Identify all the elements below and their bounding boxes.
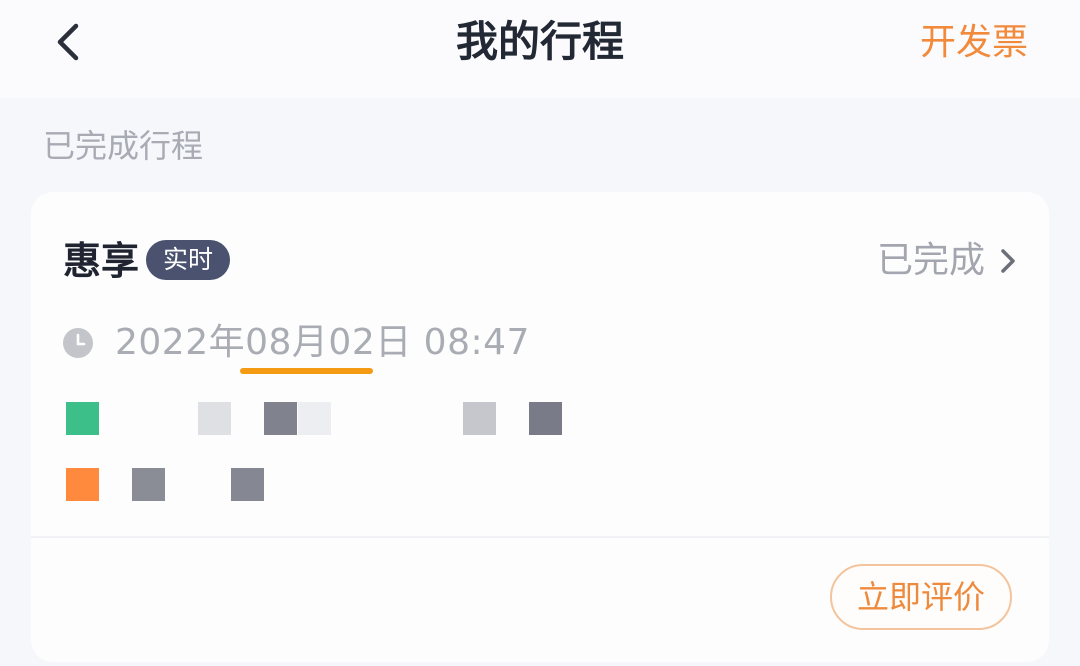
service-name: 惠享 xyxy=(63,239,140,283)
rate-now-button[interactable]: 立即评价 xyxy=(830,564,1012,630)
clock-icon xyxy=(63,328,93,358)
redacted-block xyxy=(132,468,165,501)
realtime-badge: 实时 xyxy=(146,240,230,280)
redacted-block xyxy=(264,402,297,435)
redacted-block xyxy=(529,402,562,435)
top-nav-bar: 我的行程 开发票 xyxy=(0,0,1080,98)
trip-status-link[interactable]: 已完成 xyxy=(877,237,1017,285)
page-title: 我的行程 xyxy=(455,17,624,66)
chevron-right-icon xyxy=(1001,249,1015,273)
invoice-button[interactable]: 开发票 xyxy=(920,20,1028,66)
redacted-block xyxy=(231,468,264,501)
trip-card[interactable]: 惠享 实时 已完成 2022年08月02日 08:47 立即评价 xyxy=(31,192,1049,662)
start-location-marker xyxy=(66,402,99,435)
card-divider xyxy=(31,536,1049,538)
section-label: 已完成行程 xyxy=(43,127,204,165)
end-location-marker xyxy=(66,468,99,501)
trip-datetime: 2022年08月02日 08:47 xyxy=(115,322,530,363)
highlight-underline xyxy=(240,368,373,374)
status-text: 已完成 xyxy=(876,240,985,281)
redacted-block xyxy=(298,402,331,435)
redacted-block xyxy=(198,402,231,435)
redacted-block xyxy=(463,402,496,435)
